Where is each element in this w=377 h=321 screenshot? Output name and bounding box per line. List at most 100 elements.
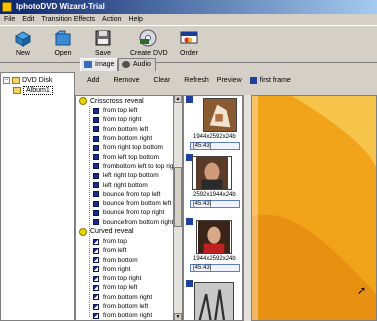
- new-icon: [14, 31, 32, 47]
- create-dvd-button[interactable]: Create DVD: [130, 28, 168, 62]
- frame-marker-icon: [186, 280, 193, 287]
- save-disk-icon: [95, 30, 111, 46]
- preview-pane: ➚: [251, 95, 377, 321]
- transition-icon: [93, 238, 99, 245]
- photo-thumbnail: [203, 98, 237, 132]
- new-button[interactable]: New: [6, 28, 40, 62]
- menu-bar: File Edit Transition Effects Action Help: [0, 14, 377, 25]
- open-button[interactable]: Open: [46, 28, 80, 62]
- scroll-thumb[interactable]: [174, 167, 182, 227]
- transition-item[interactable]: from bottom: [76, 255, 182, 264]
- transition-list: Crisscross reveal from top left from top…: [75, 95, 183, 321]
- remove-button[interactable]: Remove: [113, 77, 139, 84]
- transition-item[interactable]: from top left: [76, 106, 182, 115]
- transition-scrollbar[interactable]: ▲ ▼: [173, 95, 182, 321]
- album-tree: − DVD Disk Album1: [0, 72, 75, 321]
- transition-item[interactable]: from bottom right: [76, 293, 182, 302]
- scroll-down-icon[interactable]: ▼: [174, 313, 182, 321]
- transition-icon: [93, 144, 99, 151]
- tree-item-album1[interactable]: Album1: [1, 85, 74, 95]
- transition-icon: [93, 219, 99, 226]
- open-folder-icon: [54, 30, 71, 46]
- menu-help[interactable]: Help: [129, 14, 143, 25]
- tree-guide-line: [89, 106, 90, 318]
- dvd-folder-icon: [12, 76, 20, 84]
- menu-edit[interactable]: Edit: [22, 14, 34, 25]
- preview-button[interactable]: Preview: [217, 77, 242, 84]
- transition-icon: [93, 209, 99, 216]
- collapse-icon[interactable]: −: [3, 76, 10, 84]
- tab-audio[interactable]: Audio: [118, 58, 156, 71]
- transition-icon: [93, 182, 99, 189]
- album-folder-icon: [13, 86, 21, 94]
- tab-bar: Image Audio: [76, 58, 377, 71]
- transition-icon: [93, 172, 99, 179]
- transition-icon: [93, 107, 99, 114]
- transition-item[interactable]: bouncefrom bottom right: [76, 218, 182, 227]
- save-button[interactable]: Save: [86, 28, 120, 62]
- transition-icon: [93, 135, 99, 142]
- menu-transition-effects[interactable]: Transition Effects: [41, 14, 95, 25]
- refresh-button[interactable]: Refresh: [184, 77, 209, 84]
- thumbnail-strip: 1944x2592x24b [45:43] 2592x1944x24b [45:…: [183, 95, 243, 321]
- group-curved-reveal[interactable]: Curved reveal: [76, 227, 182, 237]
- tab-image[interactable]: Image: [80, 58, 118, 71]
- photo-thumbnail: [192, 156, 232, 190]
- transition-item[interactable]: left right top bottom: [76, 171, 182, 180]
- dvd-disc-icon: [139, 29, 157, 47]
- audio-icon: [122, 61, 130, 68]
- transition-item[interactable]: from top right: [76, 115, 182, 124]
- action-bar: Add Remove Clear Refresh Preview first f…: [76, 72, 377, 88]
- transition-icon: [93, 200, 99, 207]
- transition-icon: [93, 312, 99, 319]
- transition-item[interactable]: from right top bottom: [76, 143, 182, 152]
- transition-icon: [93, 275, 99, 282]
- app-icon: [2, 2, 12, 12]
- transition-item[interactable]: from bottom left: [76, 125, 182, 134]
- transition-item[interactable]: from left: [76, 246, 182, 255]
- transition-item[interactable]: bounce from top right: [76, 208, 182, 217]
- image-icon: [84, 61, 92, 68]
- first-frame-button[interactable]: first frame: [249, 76, 291, 84]
- order-button[interactable]: Order: [172, 28, 206, 62]
- transition-icon: [93, 294, 99, 301]
- menu-action[interactable]: Action: [102, 14, 121, 25]
- transition-item[interactable]: from top: [76, 237, 182, 246]
- transition-item[interactable]: from top right: [76, 274, 182, 283]
- thumbnail-scrollbar[interactable]: [243, 95, 251, 321]
- photo-thumbnail: [196, 220, 232, 254]
- menu-file[interactable]: File: [4, 14, 15, 25]
- transition-item[interactable]: from left top bottom: [76, 152, 182, 161]
- scroll-up-icon[interactable]: ▲: [174, 95, 182, 103]
- transition-icon: [93, 266, 99, 273]
- transition-item[interactable]: bounce from top left: [76, 190, 182, 199]
- transition-icon: [93, 247, 99, 254]
- transition-item[interactable]: from bottom right: [76, 134, 182, 143]
- transition-item[interactable]: from bottom right: [76, 311, 182, 320]
- transition-item[interactable]: left right bottom: [76, 180, 182, 189]
- add-button[interactable]: Add: [87, 77, 99, 84]
- title-bar: IphotoDVD Wizard-Trial: [0, 0, 377, 14]
- transition-item[interactable]: bounce from bottom left: [76, 199, 182, 208]
- transition-item[interactable]: from top left: [76, 283, 182, 292]
- transition-icon: [93, 257, 99, 264]
- transition-icon: [93, 191, 99, 198]
- transition-icon: [93, 154, 99, 161]
- transition-icon: [93, 163, 99, 170]
- mouse-cursor-icon: ➚: [357, 285, 367, 297]
- transition-icon: [93, 284, 99, 291]
- first-frame-icon: [249, 76, 257, 84]
- photo-thumbnail: [194, 282, 234, 320]
- transition-group-icon: [79, 227, 87, 236]
- clear-button[interactable]: Clear: [154, 77, 171, 84]
- group-crisscross-reveal[interactable]: Crisscross reveal: [76, 96, 182, 106]
- tree-root[interactable]: − DVD Disk: [1, 75, 74, 85]
- transition-icon: [93, 116, 99, 123]
- transition-item[interactable]: frombottom left to top right: [76, 162, 182, 171]
- frame-marker-icon: [186, 218, 193, 225]
- transition-group-icon: [79, 97, 87, 105]
- transition-item[interactable]: from bottom left: [76, 302, 182, 311]
- transition-item[interactable]: from right: [76, 265, 182, 274]
- window-title: IphotoDVD Wizard-Trial: [16, 2, 105, 11]
- transition-icon: [93, 303, 99, 310]
